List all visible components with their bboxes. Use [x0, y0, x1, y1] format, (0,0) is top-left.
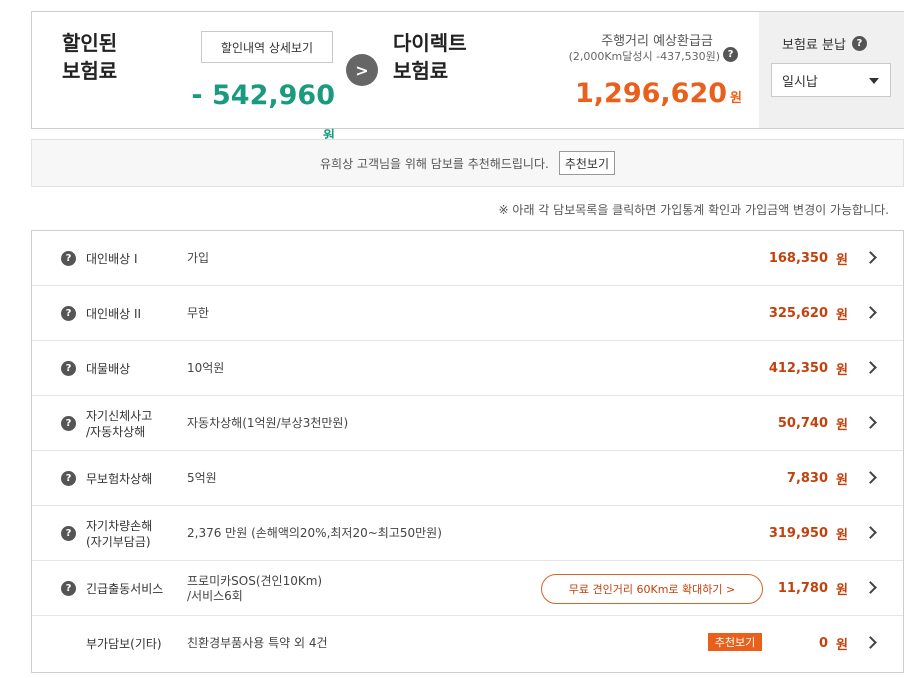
amount-unit: 원 — [836, 473, 848, 488]
coverage-detail: 자동차상해(1억원/부상3천만원) — [187, 416, 349, 430]
chevron-right-icon — [864, 306, 877, 319]
payment-label-text: 보험료 분납 — [782, 38, 846, 53]
chevron-right-icon — [864, 636, 877, 649]
amount-value: 325,620 — [768, 306, 829, 321]
coverage-amount: 412,350 원 — [769, 341, 848, 396]
help-icon[interactable]: ? — [61, 416, 76, 431]
coverage-amount: 168,350 원 — [769, 231, 848, 286]
chevron-right-icon — [864, 471, 877, 484]
coverage-row[interactable]: ? 대인배상 I 가입 168,350 원 — [32, 231, 903, 286]
payment-select-value: 일시납 — [782, 74, 818, 90]
coverage-row[interactable]: ? 자기차량손해 (자기부담금) 2,376 만원 (손해액의20%,최저20~… — [32, 506, 903, 561]
coverage-name: 긴급출동서비스 — [86, 581, 164, 596]
help-icon[interactable]: ? — [61, 306, 76, 321]
direct-amount-unit: 원 — [730, 91, 742, 106]
coverage-name: 대인배상 II — [86, 306, 142, 321]
amount-unit: 원 — [836, 363, 848, 378]
direct-premium-amount: 1,296,620 원 — [552, 76, 742, 117]
coverage-amount: 50,740 원 — [778, 396, 848, 451]
help-icon[interactable]: ? — [61, 581, 76, 596]
coverage-detail: 가입 — [187, 251, 210, 265]
coverage-amount: 325,620 원 — [769, 286, 848, 341]
amount-unit: 원 — [836, 418, 848, 433]
coverage-name: 자기신체사고 /자동차상해 — [86, 408, 153, 439]
coverage-row[interactable]: ? 대인배상 II 무한 325,620 원 — [32, 286, 903, 341]
coverage-row[interactable]: ? 자기신체사고 /자동차상해 자동차상해(1억원/부상3천만원) 50,740… — [32, 396, 903, 451]
amount-value: 168,350 — [768, 251, 829, 266]
direct-amount-value: 1,296,620 — [575, 78, 728, 109]
coverage-name: 대물배상 — [86, 361, 131, 376]
coverage-amount: 7,830 원 — [787, 451, 848, 506]
amount-value: 11,780 — [777, 581, 829, 596]
extend-towing-button[interactable]: 무료 견인거리 60Km로 확대하기 > — [541, 574, 763, 604]
recommend-bar: 유희상 고객님을 위해 담보를 추천해드립니다. 추천보기 — [31, 139, 904, 187]
amount-value: 319,950 — [768, 526, 829, 541]
premium-summary: 할인된 보험료 할인내역 상세보기 - 542,960원 > 다이렉트 보험료 … — [31, 11, 904, 144]
recommend-badge[interactable]: 추천보기 — [708, 633, 762, 651]
coverage-amount: 319,950 원 — [769, 506, 848, 561]
chevron-down-icon — [869, 78, 879, 84]
payment-help-icon[interactable]: ? — [851, 36, 867, 51]
help-icon[interactable]: ? — [61, 526, 76, 541]
coverage-detail: 프로미카SOS(견인10Km) /서비스6회 — [187, 573, 323, 603]
coverage-notice: ※ 아래 각 담보목록을 클릭하면 가입통계 확인과 가입금액 변경이 가능합니… — [498, 203, 889, 217]
amount-value: 412,350 — [768, 361, 829, 376]
recommend-button[interactable]: 추천보기 — [558, 151, 615, 175]
coverage-detail: 무한 — [187, 306, 210, 320]
coverage-table: ? 대인배상 I 가입 168,350 원 ? 대인배상 II 무한 325,62… — [31, 230, 904, 673]
coverage-name: 부가담보(기타) — [86, 636, 162, 651]
coverage-detail: 10억원 — [187, 361, 225, 375]
help-icon[interactable]: ? — [61, 361, 76, 376]
refund-subtitle: (2,000Km달성시 -437,530원) — [568, 50, 720, 63]
coverage-name: 자기차량손해 (자기부담금) — [86, 518, 153, 549]
amount-value: 50,740 — [777, 416, 829, 431]
coverage-detail: 친환경부품사용 특약 외 4건 — [187, 636, 328, 650]
amount-unit: 원 — [836, 638, 848, 653]
chevron-right-icon — [864, 251, 877, 264]
coverage-row[interactable]: ? 대물배상 10억원 412,350 원 — [32, 341, 903, 396]
refund-help-icon[interactable]: ? — [723, 47, 738, 62]
amount-unit: 원 — [836, 583, 848, 598]
chevron-right-icon — [864, 581, 877, 594]
coverage-detail: 5억원 — [187, 471, 217, 485]
coverage-row[interactable]: ? 긴급출동서비스 프로미카SOS(견인10Km) /서비스6회 무료 견인거리… — [32, 561, 903, 616]
amount-unit: 원 — [836, 308, 848, 323]
amount-value: 0 — [818, 636, 829, 651]
coverage-name: 무보험차상해 — [86, 471, 153, 486]
coverage-name: 대인배상 I — [86, 251, 138, 266]
payment-label: 보험료 분납 ? — [782, 34, 867, 53]
amount-unit: 원 — [836, 253, 848, 268]
coverage-amount: 11,780 원 — [778, 561, 848, 616]
coverage-amount: 0원 — [819, 616, 848, 671]
refund-title: 주행거리 예상환급금 — [601, 34, 713, 49]
discount-detail-button[interactable]: 할인내역 상세보기 — [201, 31, 333, 63]
amount-value: 7,830 — [786, 471, 829, 486]
chevron-right-icon — [864, 361, 877, 374]
direct-premium-label: 다이렉트 보험료 — [393, 31, 467, 83]
discounted-premium-label: 할인된 보험료 — [62, 31, 118, 83]
coverage-row[interactable]: 부가담보(기타) 친환경부품사용 특약 외 4건 추천보기 0원 — [32, 616, 903, 671]
amount-unit: 원 — [836, 528, 848, 543]
coverage-detail: 2,376 만원 (손해액의20%,최저20~최고50만원) — [187, 526, 442, 540]
recommend-text: 유희상 고객님을 위해 담보를 추천해드립니다. — [319, 156, 549, 171]
help-icon[interactable]: ? — [61, 251, 76, 266]
chevron-right-icon — [864, 526, 877, 539]
discount-amount-value: - 542,960 — [191, 80, 335, 111]
help-icon[interactable]: ? — [61, 471, 76, 486]
chevron-right-icon — [864, 416, 877, 429]
payment-select[interactable]: 일시납 — [771, 63, 891, 97]
coverage-row[interactable]: ? 무보험차상해 5억원 7,830 원 — [32, 451, 903, 506]
arrow-right-icon: > — [346, 54, 378, 86]
